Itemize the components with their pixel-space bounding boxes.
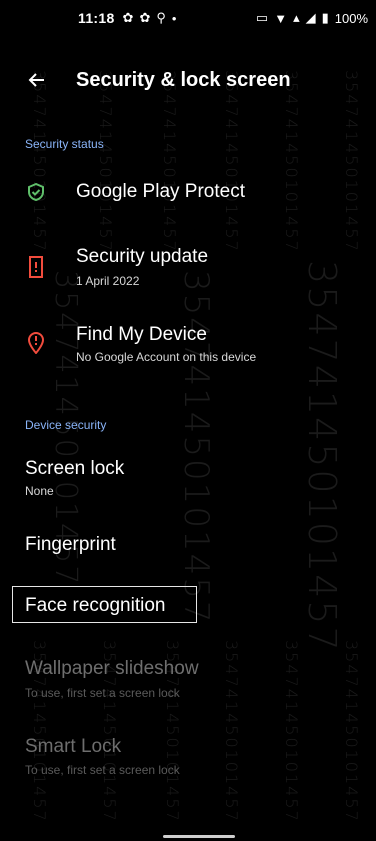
smart-lock-title: Smart Lock bbox=[25, 736, 122, 757]
dot-icon: • bbox=[171, 10, 177, 26]
list-item-find-my-device[interactable]: Find My Device No Google Account on this… bbox=[0, 318, 376, 370]
list-item-screen-lock[interactable]: Screen lock None bbox=[0, 452, 376, 500]
smart-lock-subtitle: To use, first set a screen lock bbox=[25, 763, 180, 777]
wifi-icon: ▼ bbox=[274, 10, 288, 26]
pin-icon: ⚲ bbox=[156, 10, 166, 25]
app-bar: Security & lock screen bbox=[0, 58, 376, 102]
find-my-device-title: Find My Device bbox=[76, 324, 207, 345]
status-bar: 11:18 ✿ ✿ ⚲ • ▭ ▼ ▴ ◢ ▮ 100% bbox=[0, 0, 376, 36]
section-header-device-security: Device security bbox=[25, 418, 107, 432]
signal-icon: ◢ bbox=[305, 10, 316, 25]
settings-icon: ✿ bbox=[139, 10, 151, 25]
section-header-security-status: Security status bbox=[25, 137, 104, 151]
data-icon: ▴ bbox=[293, 10, 300, 25]
google-play-protect-title: Google Play Protect bbox=[76, 181, 245, 202]
list-item-smart-lock[interactable]: Smart Lock To use, first set a screen lo… bbox=[0, 730, 376, 778]
page-title: Security & lock screen bbox=[76, 68, 291, 91]
status-right-icons: ▭ ▼ ▴ ◢ ▮ 100% bbox=[256, 10, 368, 26]
status-left-icons: ✿ ✿ ⚲ • bbox=[123, 10, 177, 26]
fingerprint-title: Fingerprint bbox=[25, 534, 116, 555]
list-item-google-play-protect[interactable]: Google Play Protect bbox=[0, 170, 376, 214]
list-item-fingerprint[interactable]: Fingerprint bbox=[0, 526, 376, 566]
nfc-icon: ▭ bbox=[255, 10, 269, 25]
find-my-device-subtitle: No Google Account on this device bbox=[76, 350, 257, 364]
list-item-wallpaper-slideshow[interactable]: Wallpaper slideshow To use, first set a … bbox=[0, 652, 376, 700]
wallpaper-slideshow-subtitle: To use, first set a screen lock bbox=[25, 686, 180, 700]
security-update-title: Security update bbox=[76, 246, 209, 267]
status-time: 11:18 bbox=[78, 10, 115, 26]
battery-percent: 100% bbox=[334, 10, 368, 26]
location-alert-icon bbox=[27, 332, 45, 355]
phone-alert-icon bbox=[27, 256, 45, 278]
list-item-face-recognition[interactable]: Face recognition bbox=[0, 588, 376, 624]
list-item-security-update[interactable]: Security update 1 April 2022 bbox=[0, 242, 376, 294]
battery-icon: ▮ bbox=[321, 10, 329, 25]
wallpaper-slideshow-title: Wallpaper slideshow bbox=[25, 658, 199, 679]
shield-check-icon bbox=[27, 182, 45, 202]
gesture-nav-bar[interactable] bbox=[163, 835, 235, 838]
back-arrow-icon[interactable] bbox=[26, 70, 46, 90]
settings-icon: ✿ bbox=[122, 10, 134, 25]
face-recognition-title: Face recognition bbox=[25, 595, 166, 616]
screen-lock-subtitle: None bbox=[25, 484, 54, 498]
screen-lock-title: Screen lock bbox=[25, 458, 125, 479]
security-update-subtitle: 1 April 2022 bbox=[76, 274, 140, 288]
